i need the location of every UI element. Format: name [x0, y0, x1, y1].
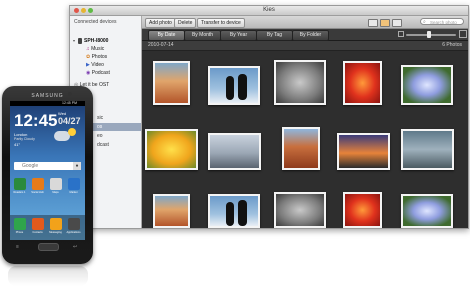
date-label: 2010-07-14 [148, 42, 174, 48]
sidebar-item-music[interactable]: ♫ Music [86, 46, 104, 52]
mic-icon[interactable]: ● [73, 162, 81, 170]
photo-thumbnail[interactable] [282, 127, 320, 170]
photos-icon: ✿ [86, 54, 91, 60]
grid-view-icon[interactable] [392, 19, 402, 27]
app-label: Social Hub [31, 191, 44, 194]
messaging-app-icon[interactable] [50, 218, 62, 230]
title-bar: Kies [70, 6, 468, 16]
sidebar-item-fragment[interactable]: eo [97, 133, 103, 139]
disclosure-triangle-icon[interactable]: ▾ [73, 38, 75, 43]
photo-thumbnail[interactable] [274, 60, 326, 105]
photo-thumbnail[interactable] [337, 133, 390, 170]
delete-button[interactable]: Delete [174, 18, 197, 28]
video-icon: ▶ [86, 62, 90, 68]
search-icon: ⌕ [423, 19, 426, 25]
search-input[interactable]: Search photo [420, 18, 464, 25]
list-view-icon[interactable] [368, 19, 378, 27]
app-label: Contacts [32, 231, 43, 234]
toolbar: Add photo Delete Transfer to device Sear… [142, 16, 468, 29]
app-readers-hub-icon[interactable] [14, 178, 26, 190]
sidebar-item-label: Photos [91, 54, 108, 60]
menu-key-icon[interactable]: ≡ [16, 244, 19, 250]
zoom-slider[interactable] [406, 34, 456, 36]
sidebar-item-fragment[interactable]: sic [97, 115, 103, 121]
date-label: 04/27 [58, 116, 81, 126]
thumbnail-view-icon[interactable] [380, 19, 390, 27]
date-header: 2010-07-14 6 Photos [142, 41, 468, 51]
tab-by-date[interactable]: By Date [148, 30, 185, 41]
phone-app-icon[interactable] [14, 218, 26, 230]
sidebar-item-podcast[interactable]: ◉ Podcast [86, 70, 110, 76]
sidebar-item-video[interactable]: ▶ Video [86, 62, 104, 68]
photo-thumbnail[interactable] [153, 194, 190, 228]
contacts-app-icon[interactable] [32, 218, 44, 230]
photo-thumbnail[interactable] [153, 61, 190, 105]
zoom-slider-knob[interactable] [427, 31, 431, 38]
photo-thumbnail[interactable] [208, 194, 260, 228]
phone-brand: SAMSUNG [31, 93, 64, 99]
sidebar-item-fragment[interactable]: dcast [97, 142, 109, 148]
sidebar-item-label: Video [91, 62, 104, 68]
app-label: Market [69, 191, 78, 194]
photo-thumbnail[interactable] [145, 129, 198, 170]
google-search-bar[interactable]: Google [14, 162, 81, 170]
kies-window: Kies Connected devices ▾ SPH-I8000 ♫ Mus… [69, 5, 469, 229]
app-label: Applications [66, 231, 81, 234]
app-label: Messaging [49, 231, 62, 234]
app-market-icon[interactable] [68, 178, 80, 190]
clock-widget: 12:45 [14, 111, 58, 130]
samsung-phone: SAMSUNG 12:45 PM 12:45 Wed 04/27 London … [2, 86, 93, 264]
phone-reflection [8, 266, 88, 286]
app-label: Phone [15, 231, 24, 234]
large-thumb-icon [459, 30, 467, 38]
tab-bar: By Date By Month By Year By Tag By Folde… [142, 29, 468, 41]
phone-status-bar: 12:45 PM [10, 101, 85, 106]
tab-by-year[interactable]: By Year [220, 30, 257, 41]
sun-icon [68, 128, 76, 136]
music-icon: ♫ [86, 46, 90, 52]
weather-condition: Partly Cloudy [14, 137, 35, 141]
small-thumb-icon [398, 31, 404, 37]
sidebar-item-photos[interactable]: ✿ Photos [86, 54, 107, 60]
photo-thumbnail[interactable] [343, 61, 382, 105]
photo-count: 6 Photos [442, 42, 462, 48]
photo-thumbnail[interactable] [343, 192, 382, 228]
tab-by-folder[interactable]: By Folder [292, 30, 329, 41]
add-photo-button[interactable]: Add photo [145, 18, 176, 28]
device-item[interactable]: SPH-I8000 [78, 38, 109, 44]
sidebar-item-label: Music [91, 46, 105, 52]
podcast-icon: ◉ [86, 70, 91, 76]
phone-screen: 12:45 PM 12:45 Wed 04/27 London Partly C… [10, 101, 85, 240]
phone-icon [78, 38, 82, 44]
tab-by-tag[interactable]: By Tag [256, 30, 293, 41]
tab-by-month[interactable]: By Month [184, 30, 221, 41]
app-label: Readers 1 [13, 191, 26, 194]
applications-app-icon[interactable] [68, 218, 80, 230]
photo-grid [142, 51, 468, 228]
photo-thumbnail[interactable] [401, 129, 454, 170]
app-social-hub-icon[interactable] [32, 178, 44, 190]
sidebar-header: Connected devices [74, 19, 117, 25]
camera-icon [68, 92, 72, 96]
app-maps-icon[interactable] [50, 178, 62, 190]
photo-thumbnail[interactable] [401, 65, 453, 105]
photo-thumbnail[interactable] [208, 66, 260, 105]
device-name: SPH-I8000 [84, 38, 109, 44]
sidebar-item-label: Podcast [91, 70, 110, 76]
back-key-icon[interactable]: ↩ [73, 244, 77, 250]
home-button[interactable] [38, 243, 59, 251]
weather-temp: 41° [14, 142, 21, 147]
sidebar-item-fragment: os [97, 124, 103, 130]
photo-thumbnail[interactable] [401, 194, 453, 228]
window-title: Kies [263, 7, 275, 13]
transfer-to-device-button[interactable]: Transfer to device [197, 18, 245, 28]
status-time: 12:45 PM [62, 101, 77, 105]
photo-thumbnail[interactable] [208, 133, 261, 170]
photo-thumbnail[interactable] [274, 192, 326, 228]
app-label: Maps [52, 191, 59, 194]
